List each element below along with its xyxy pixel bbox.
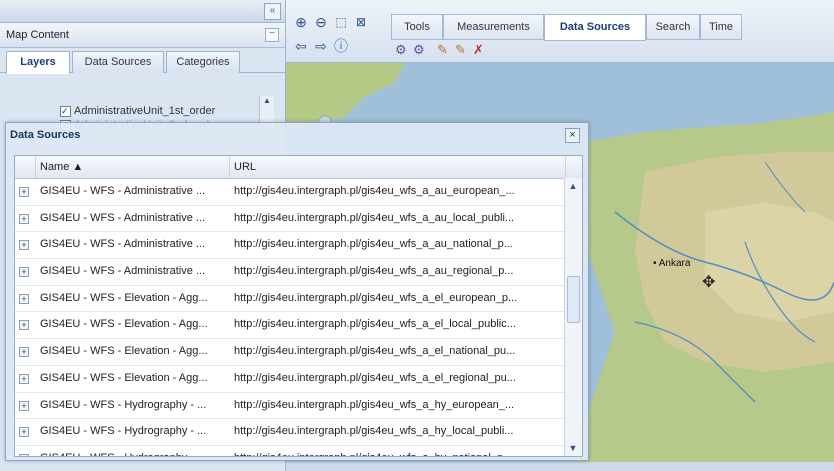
- cell-url: http://gis4eu.intergraph.pl/gis4eu_wfs_a…: [234, 345, 516, 358]
- table-row[interactable]: + GIS4EU - WFS - Hydrography - ...http://…: [15, 446, 582, 456]
- table-row[interactable]: + GIS4EU - WFS - Hydrography - ... http://…: [15, 419, 582, 446]
- column-header-name[interactable]: Name ▲: [36, 156, 230, 178]
- expand-row-icon[interactable]: +: [19, 240, 29, 251]
- back-arrow-icon[interactable]: ⇦: [293, 38, 309, 54]
- cell-url: http://gis4eu.intergraph.pl/gis4eu_wfs_a…: [234, 265, 514, 278]
- collapse-panel-button[interactable]: «: [264, 3, 281, 20]
- tab-layers[interactable]: Layers: [6, 51, 70, 74]
- table-header: Name ▲ URL: [15, 156, 582, 179]
- cell-url: http://gis4eu.intergraph.pl/gis4eu_wfs_a…: [234, 238, 513, 251]
- edit-source-icon[interactable]: ✎: [437, 42, 448, 58]
- tree-row[interactable]: AdministrativeUnit_1st_order: [60, 104, 275, 118]
- cell-name: GIS4EU - WFS - Administrative ...: [40, 185, 206, 197]
- move-cursor-icon: ✥: [702, 274, 716, 291]
- top-toolbar: ⊕ ⊖ ⬚ ⊠ ⇦ ⇨ ⓘ Tools Measurements Data So…: [285, 0, 834, 63]
- expand-row-icon[interactable]: +: [19, 400, 29, 411]
- tab-data-sources[interactable]: Data Sources: [544, 14, 646, 41]
- layer-checkbox[interactable]: [60, 104, 71, 118]
- scroll-up-icon[interactable]: ▲: [567, 180, 579, 192]
- cell-name: GIS4EU - WFS - Administrative ...: [40, 238, 206, 251]
- tab-time[interactable]: Time: [700, 14, 742, 40]
- cell-url: http://gis4eu.intergraph.pl/gis4eu_wfs_a…: [234, 371, 516, 384]
- close-icon[interactable]: ×: [565, 128, 580, 143]
- cell-name: GIS4EU - WFS - Hydrography - ...: [40, 425, 207, 438]
- table-row[interactable]: + GIS4EU - WFS - Hydrography - ... http://…: [15, 393, 582, 420]
- cell-url: http://gis4eu.intergraph.pl/gis4eu_wfs_a…: [234, 211, 515, 224]
- zoom-out-icon[interactable]: ⊖: [313, 14, 329, 30]
- expand-row-icon[interactable]: +: [19, 293, 29, 304]
- tab-categories[interactable]: Categories: [166, 51, 240, 73]
- minimize-button[interactable]: −: [265, 28, 279, 42]
- cell-name: GIS4EU - WFS - Elevation - Agg...: [40, 318, 208, 331]
- cell-name: GIS4EU - WFS - Administrative ...: [40, 265, 206, 278]
- map-content-header: Map Content −: [0, 23, 285, 48]
- expand-row-icon[interactable]: +: [19, 267, 29, 278]
- table-row[interactable]: + GIS4EU - WFS - Administrative ... http:/…: [15, 206, 582, 233]
- data-sources-table: Name ▲ URL + GIS4EU - WFS - Administrativ…: [14, 155, 583, 457]
- tree-row-partial: [60, 96, 275, 104]
- expander-column-header: [15, 156, 36, 178]
- properties-icon[interactable]: ✎: [455, 42, 466, 58]
- full-extent-icon[interactable]: ⊠: [353, 14, 369, 30]
- tab-tools[interactable]: Tools: [391, 14, 443, 40]
- cell-url: http://gis4eu.intergraph.pl/gis4eu_wfs_a…: [230, 446, 564, 456]
- cell-url: http://gis4eu.intergraph.pl/gis4eu_wfs_a…: [234, 398, 515, 411]
- left-tabs: Layers Data Sources Categories: [0, 48, 285, 74]
- cell-name: GIS4EU - WFS - Elevation - Agg...: [40, 291, 208, 304]
- map-content-title: Map Content: [6, 29, 69, 41]
- expand-row-icon[interactable]: +: [19, 213, 29, 224]
- tab-left-data-sources[interactable]: Data Sources: [72, 51, 164, 73]
- cell-name: GIS4EU - WFS - Elevation - Agg...: [40, 345, 208, 358]
- table-row[interactable]: + GIS4EU - WFS - Administrative ... http:/…: [15, 232, 582, 260]
- table-row[interactable]: + GIS4EU - WFS - Elevation - Agg... http:/…: [15, 339, 582, 366]
- dialog-titlebar[interactable]: Data Sources ×: [6, 123, 588, 147]
- data-sources-dialog: Data Sources × Name ▲ URL + GIS4EU - WFS …: [5, 122, 589, 461]
- expand-row-icon[interactable]: +: [19, 320, 29, 331]
- cell-name: GIS4EU - WFS - Hydrography - ...: [36, 446, 230, 456]
- left-panel-header: «: [0, 0, 285, 23]
- table-row[interactable]: + GIS4EU - WFS - Elevation - Agg... http:/…: [15, 312, 582, 340]
- table-row[interactable]: + GIS4EU - WFS - Administrative ... http:/…: [15, 179, 582, 206]
- scroll-up-icon[interactable]: ▲: [260, 96, 274, 105]
- table-row[interactable]: + GIS4EU - WFS - Elevation - Agg... http:/…: [15, 286, 582, 313]
- expand-row-icon[interactable]: +: [19, 373, 29, 384]
- zoom-box-icon[interactable]: ⬚: [333, 14, 349, 30]
- expand-row-icon[interactable]: +: [19, 187, 29, 197]
- remove-data-source-icon[interactable]: ⚙: [413, 42, 425, 58]
- zoom-in-icon[interactable]: ⊕: [293, 14, 309, 30]
- scroll-thumb[interactable]: [567, 276, 580, 323]
- add-data-source-icon[interactable]: ⚙: [395, 42, 407, 58]
- city-label-ankara: • Ankara: [653, 258, 691, 269]
- expand-row-icon[interactable]: +: [19, 347, 29, 358]
- cell-name: GIS4EU - WFS - Hydrography - ...: [40, 398, 207, 411]
- tab-search[interactable]: Search: [646, 14, 700, 40]
- forward-arrow-icon[interactable]: ⇨: [313, 38, 329, 54]
- map-status-bar: [285, 462, 834, 471]
- expand-row-icon[interactable]: +: [19, 427, 29, 438]
- info-icon[interactable]: ⓘ: [333, 38, 349, 54]
- scroll-down-icon[interactable]: ▼: [567, 442, 579, 454]
- delete-source-icon[interactable]: ✗: [473, 42, 484, 58]
- cell-url: http://gis4eu.intergraph.pl/gis4eu_wfs_a…: [234, 291, 518, 304]
- cell-name: GIS4EU - WFS - Elevation - Agg...: [40, 371, 208, 384]
- table-row[interactable]: + GIS4EU - WFS - Administrative ... http:/…: [15, 259, 582, 286]
- table-body: + GIS4EU - WFS - Administrative ... http:/…: [15, 179, 582, 456]
- cell-url: http://gis4eu.intergraph.pl/gis4eu_wfs_a…: [234, 185, 515, 197]
- column-header-url[interactable]: URL: [230, 156, 566, 178]
- table-scrollbar[interactable]: ▲ ▼: [564, 178, 582, 456]
- expand-row-icon[interactable]: +: [19, 453, 29, 456]
- table-row[interactable]: + GIS4EU - WFS - Elevation - Agg... http:/…: [15, 366, 582, 393]
- cell-url: http://gis4eu.intergraph.pl/gis4eu_wfs_a…: [234, 425, 514, 438]
- dialog-title: Data Sources: [10, 129, 81, 141]
- tab-measurements[interactable]: Measurements: [443, 14, 544, 40]
- cell-name: GIS4EU - WFS - Administrative ...: [40, 211, 206, 224]
- cell-url: http://gis4eu.intergraph.pl/gis4eu_wfs_a…: [234, 318, 516, 331]
